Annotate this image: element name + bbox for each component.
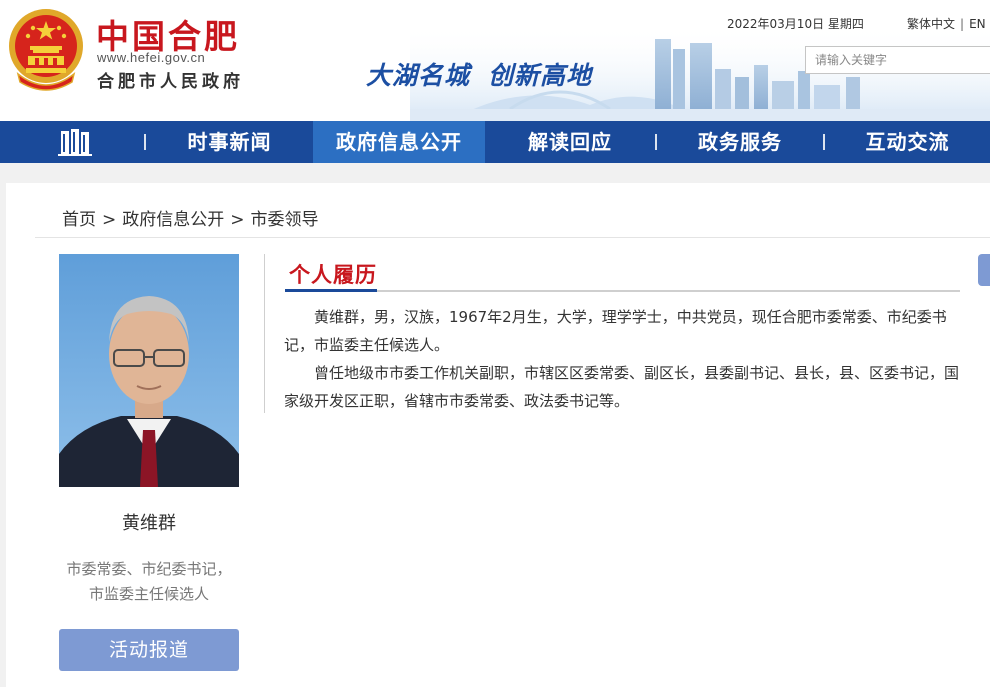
breadcrumb-leaders[interactable]: 市委领导	[251, 210, 319, 230]
breadcrumb-divider	[35, 237, 990, 238]
bio-paragraph-1: 黄维群，男，汉族，1967年2月生，大学，理学学士，中共党员，现任合肥市委常委、…	[284, 308, 947, 354]
bio-heading-underline	[285, 290, 960, 292]
site-header: 中国合肥 www.hefei.gov.cn 合肥市人民政府 大湖名城 创新高地 …	[0, 0, 990, 121]
slogan-part-2: 创新高地	[488, 61, 593, 90]
leader-position: 市委常委、市纪委书记， 市监委主任候选人	[56, 557, 242, 607]
leader-name: 黄维群	[122, 513, 176, 534]
bio-paragraph-2: 曾任地级市市委工作机关副职，市辖区区委常委、副区长，县委副书记、县长，县、区委书…	[284, 364, 960, 410]
content-panel: 首页 > 政府信息公开 > 市委领导 黄维群 市委常委、市纪委书记， 市监委主任候选人 …	[6, 183, 990, 687]
lang-separator: |	[960, 17, 965, 31]
national-emblem-icon	[9, 9, 83, 91]
breadcrumb-separator: >	[102, 210, 117, 230]
slogan-part-1: 大湖名城	[366, 61, 471, 90]
bio-content: 黄维群，男，汉族，1967年2月生，大学，理学学士，中共党员，现任合肥市委常委、…	[284, 303, 965, 415]
nav-item-interpretation[interactable]: 解读回应	[485, 121, 655, 163]
leader-position-line-1: 市委常委、市纪委书记，	[66, 560, 232, 578]
bio-heading-accent	[285, 289, 377, 292]
leader-position-line-2: 市监委主任候选人	[88, 585, 209, 603]
column-divider	[264, 254, 265, 413]
breadcrumb-gov-info[interactable]: 政府信息公开	[122, 210, 224, 230]
site-org-name: 合肥市人民政府	[97, 72, 244, 92]
leader-portrait	[59, 254, 239, 487]
breadcrumb-home[interactable]: 首页	[62, 210, 96, 230]
language-switcher: 繁体中文 | EN	[907, 15, 986, 32]
lang-traditional-link[interactable]: 繁体中文	[907, 17, 955, 31]
nav-item-gov-info[interactable]: 政府信息公开	[313, 121, 485, 163]
site-url: www.hefei.gov.cn	[97, 50, 206, 65]
activity-report-button[interactable]: 活动报道	[59, 629, 239, 671]
breadcrumb: 首页 > 政府信息公开 > 市委领导	[62, 205, 319, 230]
current-date: 2022年03月10日 星期四	[727, 17, 864, 31]
breadcrumb-separator: >	[230, 210, 245, 230]
nav-item-services[interactable]: 政务服务	[657, 121, 823, 163]
lang-english-link[interactable]: EN	[969, 17, 986, 31]
nav-item-interaction[interactable]: 互动交流	[825, 121, 990, 163]
search-input[interactable]	[806, 47, 990, 73]
home-building-icon[interactable]	[58, 128, 92, 156]
bio-heading: 个人履历	[289, 263, 377, 287]
search-box	[805, 46, 990, 74]
slogan: 大湖名城 创新高地	[366, 56, 592, 92]
nav-item-news[interactable]: 时事新闻	[146, 121, 313, 163]
side-float-tab[interactable]	[978, 254, 990, 286]
main-nav: 时事新闻 政府信息公开 解读回应 政务服务 互动交流	[0, 121, 990, 163]
